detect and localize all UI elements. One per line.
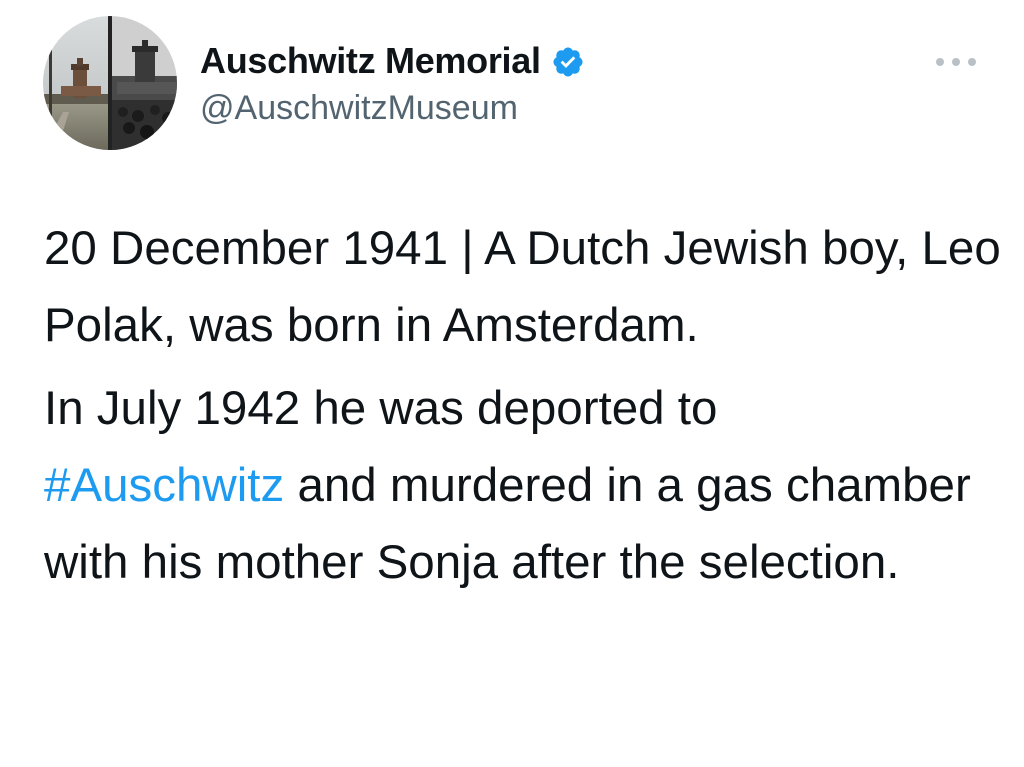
profile-avatar[interactable] bbox=[43, 16, 177, 150]
tweet-paragraph: 20 December 1941 | A Dutch Jewish boy, L… bbox=[44, 222, 1001, 352]
more-options-dot-icon bbox=[952, 58, 960, 66]
verified-badge-icon bbox=[551, 45, 585, 79]
hashtag-link[interactable]: #Auschwitz bbox=[44, 459, 284, 512]
more-options-dot-icon bbox=[968, 58, 976, 66]
avatar-image bbox=[43, 16, 177, 150]
more-options-dot-icon bbox=[936, 58, 944, 66]
tweet-text-segment: In July 1942 he was deported to bbox=[44, 382, 718, 435]
more-options-button[interactable] bbox=[936, 48, 976, 76]
author-handle[interactable]: @AuschwitzMuseum bbox=[200, 89, 518, 128]
tweet-text: 20 December 1941 | A Dutch Jewish boy, L… bbox=[44, 210, 1004, 601]
author-name-row: Auschwitz Memorial bbox=[200, 40, 585, 82]
author-display-name[interactable]: Auschwitz Memorial bbox=[200, 40, 541, 82]
tweet-paragraph: In July 1942 he was deported to #Auschwit… bbox=[44, 370, 1004, 601]
